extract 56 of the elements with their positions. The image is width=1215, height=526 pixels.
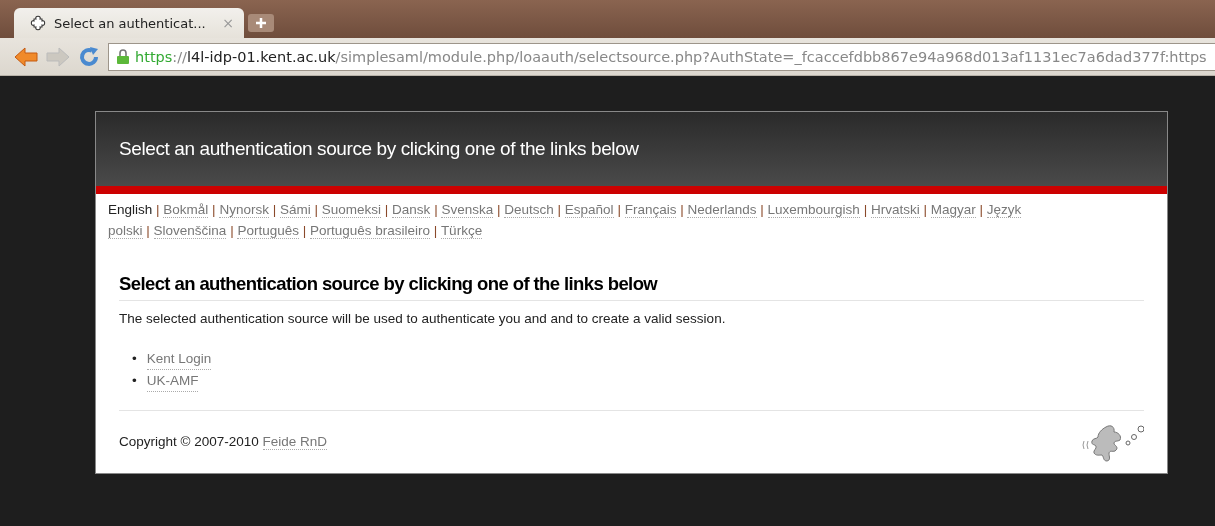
page-heading: Select an authentication source by clicking one of the links below	[119, 273, 1144, 301]
separator: |	[230, 223, 234, 238]
language-link[interactable]: Sámi	[279, 202, 311, 218]
language-link[interactable]: Português brasileiro	[310, 223, 431, 239]
puzzle-piece-icon	[30, 14, 46, 32]
language-link[interactable]: Luxembourgish	[767, 202, 860, 218]
separator: |	[302, 223, 307, 238]
browser-tab[interactable]: Select an authenticat... ×	[14, 8, 244, 38]
bullet: •	[132, 350, 137, 368]
page-header: Select an authentication source by clicking one of the links below	[96, 112, 1167, 194]
source-link[interactable]: Kent Login	[146, 348, 212, 370]
separator: |	[923, 202, 927, 217]
language-link[interactable]: Dansk	[392, 202, 431, 218]
padlock-icon	[117, 49, 129, 64]
new-tab-button[interactable]	[248, 14, 274, 32]
separator: |	[314, 202, 318, 217]
back-icon[interactable]	[14, 45, 38, 68]
language-link[interactable]: Bokmål	[163, 202, 209, 218]
language-link[interactable]: Slovenščina	[153, 223, 227, 239]
separator: |	[156, 202, 160, 217]
separator: |	[863, 202, 868, 217]
separator: |	[272, 202, 277, 217]
separator: |	[433, 223, 438, 238]
separator: |	[979, 202, 984, 217]
language-link[interactable]: Hrvatski	[870, 202, 920, 218]
separator: |	[212, 202, 216, 217]
description-text: The selected authentication source will be used to authenticate you and and to create a valid session.	[119, 311, 727, 326]
language-link[interactable]: Deutsch	[504, 202, 554, 218]
source-link[interactable]: UK-AMF	[146, 370, 199, 392]
language-link[interactable]: Français	[624, 202, 677, 218]
separator: |	[146, 223, 150, 238]
address-field[interactable]: https://l4l-idp-01.kent.ac.uk/simplesaml/module.php/loaauth/selectsource.php?AuthState=_fcaccefdbb867e94a968d013af1131ec7a6dad377f:https	[108, 42, 1215, 71]
feide-link[interactable]: Feide RnD	[262, 433, 328, 450]
close-tab-button[interactable]: ×	[222, 15, 234, 31]
separator: |	[496, 202, 501, 217]
language-link[interactable]: Svenska	[441, 202, 494, 218]
reload-icon[interactable]	[78, 45, 100, 68]
bullet: •	[132, 372, 137, 390]
language-link[interactable]: Nynorsk	[219, 202, 269, 218]
language-link[interactable]: Język	[986, 202, 1022, 218]
language-link[interactable]: Türkçe	[440, 223, 483, 239]
language-link[interactable]: Nederlands	[687, 202, 757, 218]
separator: |	[617, 202, 621, 217]
language-link[interactable]: Suomeksi	[321, 202, 382, 218]
copyright-text: Copyright © 2007-2010 Feide RnD	[119, 433, 328, 449]
separator: |	[384, 202, 389, 217]
language-link[interactable]: Português	[237, 223, 299, 239]
separator: |	[760, 202, 764, 217]
separator: |	[434, 202, 438, 217]
language-link[interactable]: Magyar	[930, 202, 976, 218]
separator: |	[680, 202, 684, 217]
language-current: English	[108, 202, 153, 217]
plus-icon	[255, 17, 267, 29]
language-link[interactable]: Español	[564, 202, 614, 218]
language-link[interactable]: polski	[108, 223, 143, 239]
separator: |	[557, 202, 562, 217]
